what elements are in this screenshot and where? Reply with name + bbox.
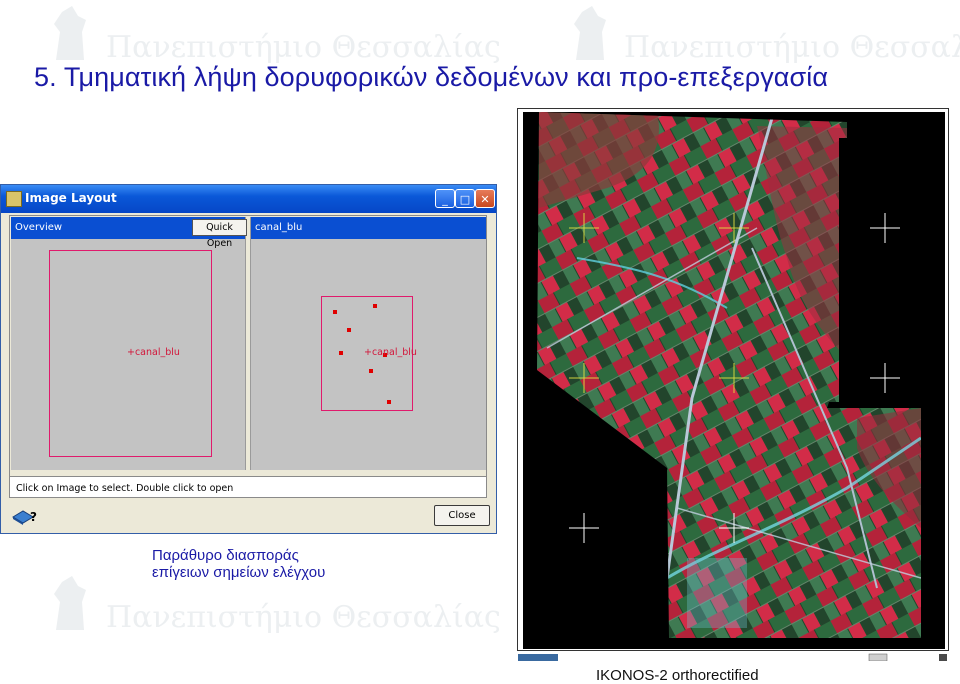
close-button[interactable]: Close [434, 505, 490, 526]
gcp-marker [387, 400, 391, 404]
satellite-image-caption: IKONOS-2 orthorectified [596, 667, 759, 684]
overview-label: Overview [15, 222, 63, 233]
image-layout-window: Image Layout _ □ ✕ Overview +canal_blu c… [0, 184, 497, 534]
window-titlebar[interactable]: Image Layout _ □ ✕ [1, 185, 496, 213]
overview-image-label: +canal_blu [127, 347, 180, 358]
watermark-logo-top-left [48, 2, 92, 62]
detail-header: canal_blu [251, 217, 486, 239]
watermark-logo-bottom-left [48, 572, 92, 632]
caption-line-1: Παράθυρο διασποράς [152, 547, 299, 564]
scatter-window-caption: Παράθυρο διασποράς επίγειων σημείων ελέγ… [152, 547, 325, 581]
close-window-button[interactable]: ✕ [475, 189, 495, 208]
detail-panel[interactable]: canal_blu +canal_blu [251, 217, 486, 470]
gcp-marker [347, 328, 351, 332]
gcp-marker [333, 310, 337, 314]
overview-panel[interactable]: Overview +canal_blu [11, 217, 245, 470]
panels-container: Overview +canal_blu canal_blu +canal_blu… [9, 215, 487, 497]
caption-line-2: επίγειων σημείων ελέγχου [152, 564, 326, 581]
watermark-text-bottom-left: Πανεπιστήμιο Θεσσαλίας [106, 600, 501, 635]
gcp-marker [373, 304, 377, 308]
help-pointer-icon[interactable]: ? [11, 507, 39, 525]
window-title: Image Layout [25, 191, 117, 205]
status-text: Click on Image to select. Double click t… [16, 483, 234, 494]
watermark-logo-top-right [568, 2, 612, 62]
slide-title: 5. Τμηματική λήψη δορυφορικών δεδομένων … [34, 62, 829, 92]
status-bar: Click on Image to select. Double click t… [9, 476, 487, 498]
watermark-text-top-left: Πανεπιστήμιο Θεσσαλίας [106, 30, 501, 65]
minimize-button[interactable]: _ [435, 189, 455, 208]
gcp-marker [339, 351, 343, 355]
watermark-text-top-right: Πανεπιστήμιο Θεσσαλίας [624, 30, 960, 65]
app-icon [6, 191, 22, 207]
satellite-image [518, 112, 947, 661]
quick-open-button[interactable]: Quick Open [192, 219, 247, 249]
detail-image-label: +canal_blu [364, 347, 417, 358]
svg-text:?: ? [30, 510, 37, 524]
detail-label: canal_blu [255, 222, 303, 233]
gcp-marker [369, 369, 373, 373]
maximize-button[interactable]: □ [455, 189, 475, 208]
